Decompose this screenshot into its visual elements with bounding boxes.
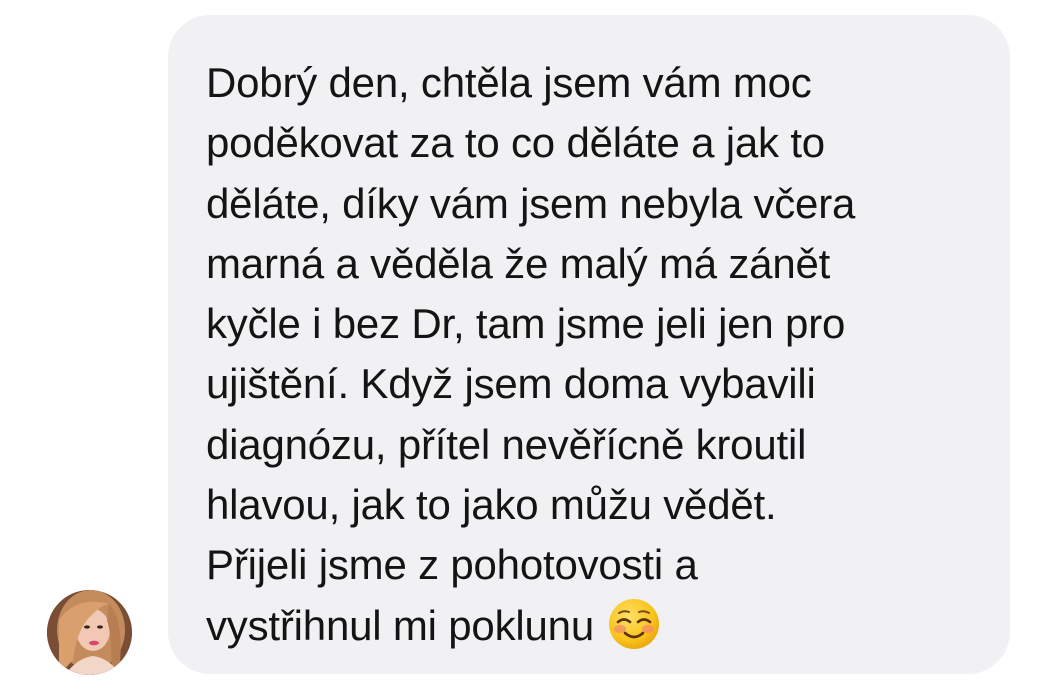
avatar-photo-icon <box>47 590 132 675</box>
message-line-last: vystřihnul mi poklunu <box>206 596 990 656</box>
message-line: Přijeli jsme z pohotovosti a <box>206 541 698 589</box>
message-line: poděkovat za to co děláte a jak to <box>206 119 825 167</box>
message-line: marná a věděla že malý má zánět <box>206 239 831 287</box>
message-line: kyčle i bez Dr, tam jsme jeli jen pro <box>206 300 846 348</box>
message-line: diagnózu, přítel nevěřícně kroutil <box>206 420 807 468</box>
smiling-face-emoji-icon <box>608 598 659 649</box>
message-line: Dobrý den, chtěla jsem vám moc <box>206 59 812 106</box>
message-line: ujištění. Když jsem doma vybavili <box>206 360 816 408</box>
message-bubble[interactable]: Dobrý den, chtěla jsem vám moc poděkovat… <box>168 15 1010 674</box>
sender-avatar[interactable] <box>47 590 132 675</box>
message-line: hlavou, jak to jako můžu vědět. <box>206 481 777 529</box>
message-line-text: vystřihnul mi poklunu <box>206 601 594 649</box>
message-line: děláte, díky vám jsem nebyla včera <box>206 179 856 227</box>
